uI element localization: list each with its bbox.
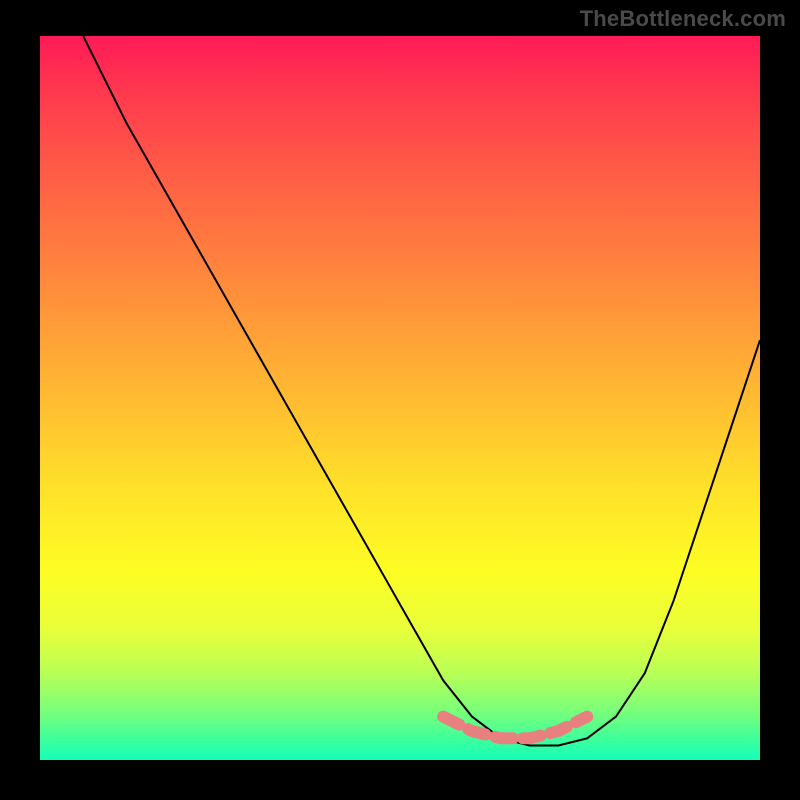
bottom-highlight [443, 717, 587, 739]
chart-frame: TheBottleneck.com [0, 0, 800, 800]
plot-area [40, 36, 760, 760]
curve-svg [40, 36, 760, 760]
attribution-label: TheBottleneck.com [580, 6, 786, 32]
bottleneck-curve [83, 36, 760, 746]
